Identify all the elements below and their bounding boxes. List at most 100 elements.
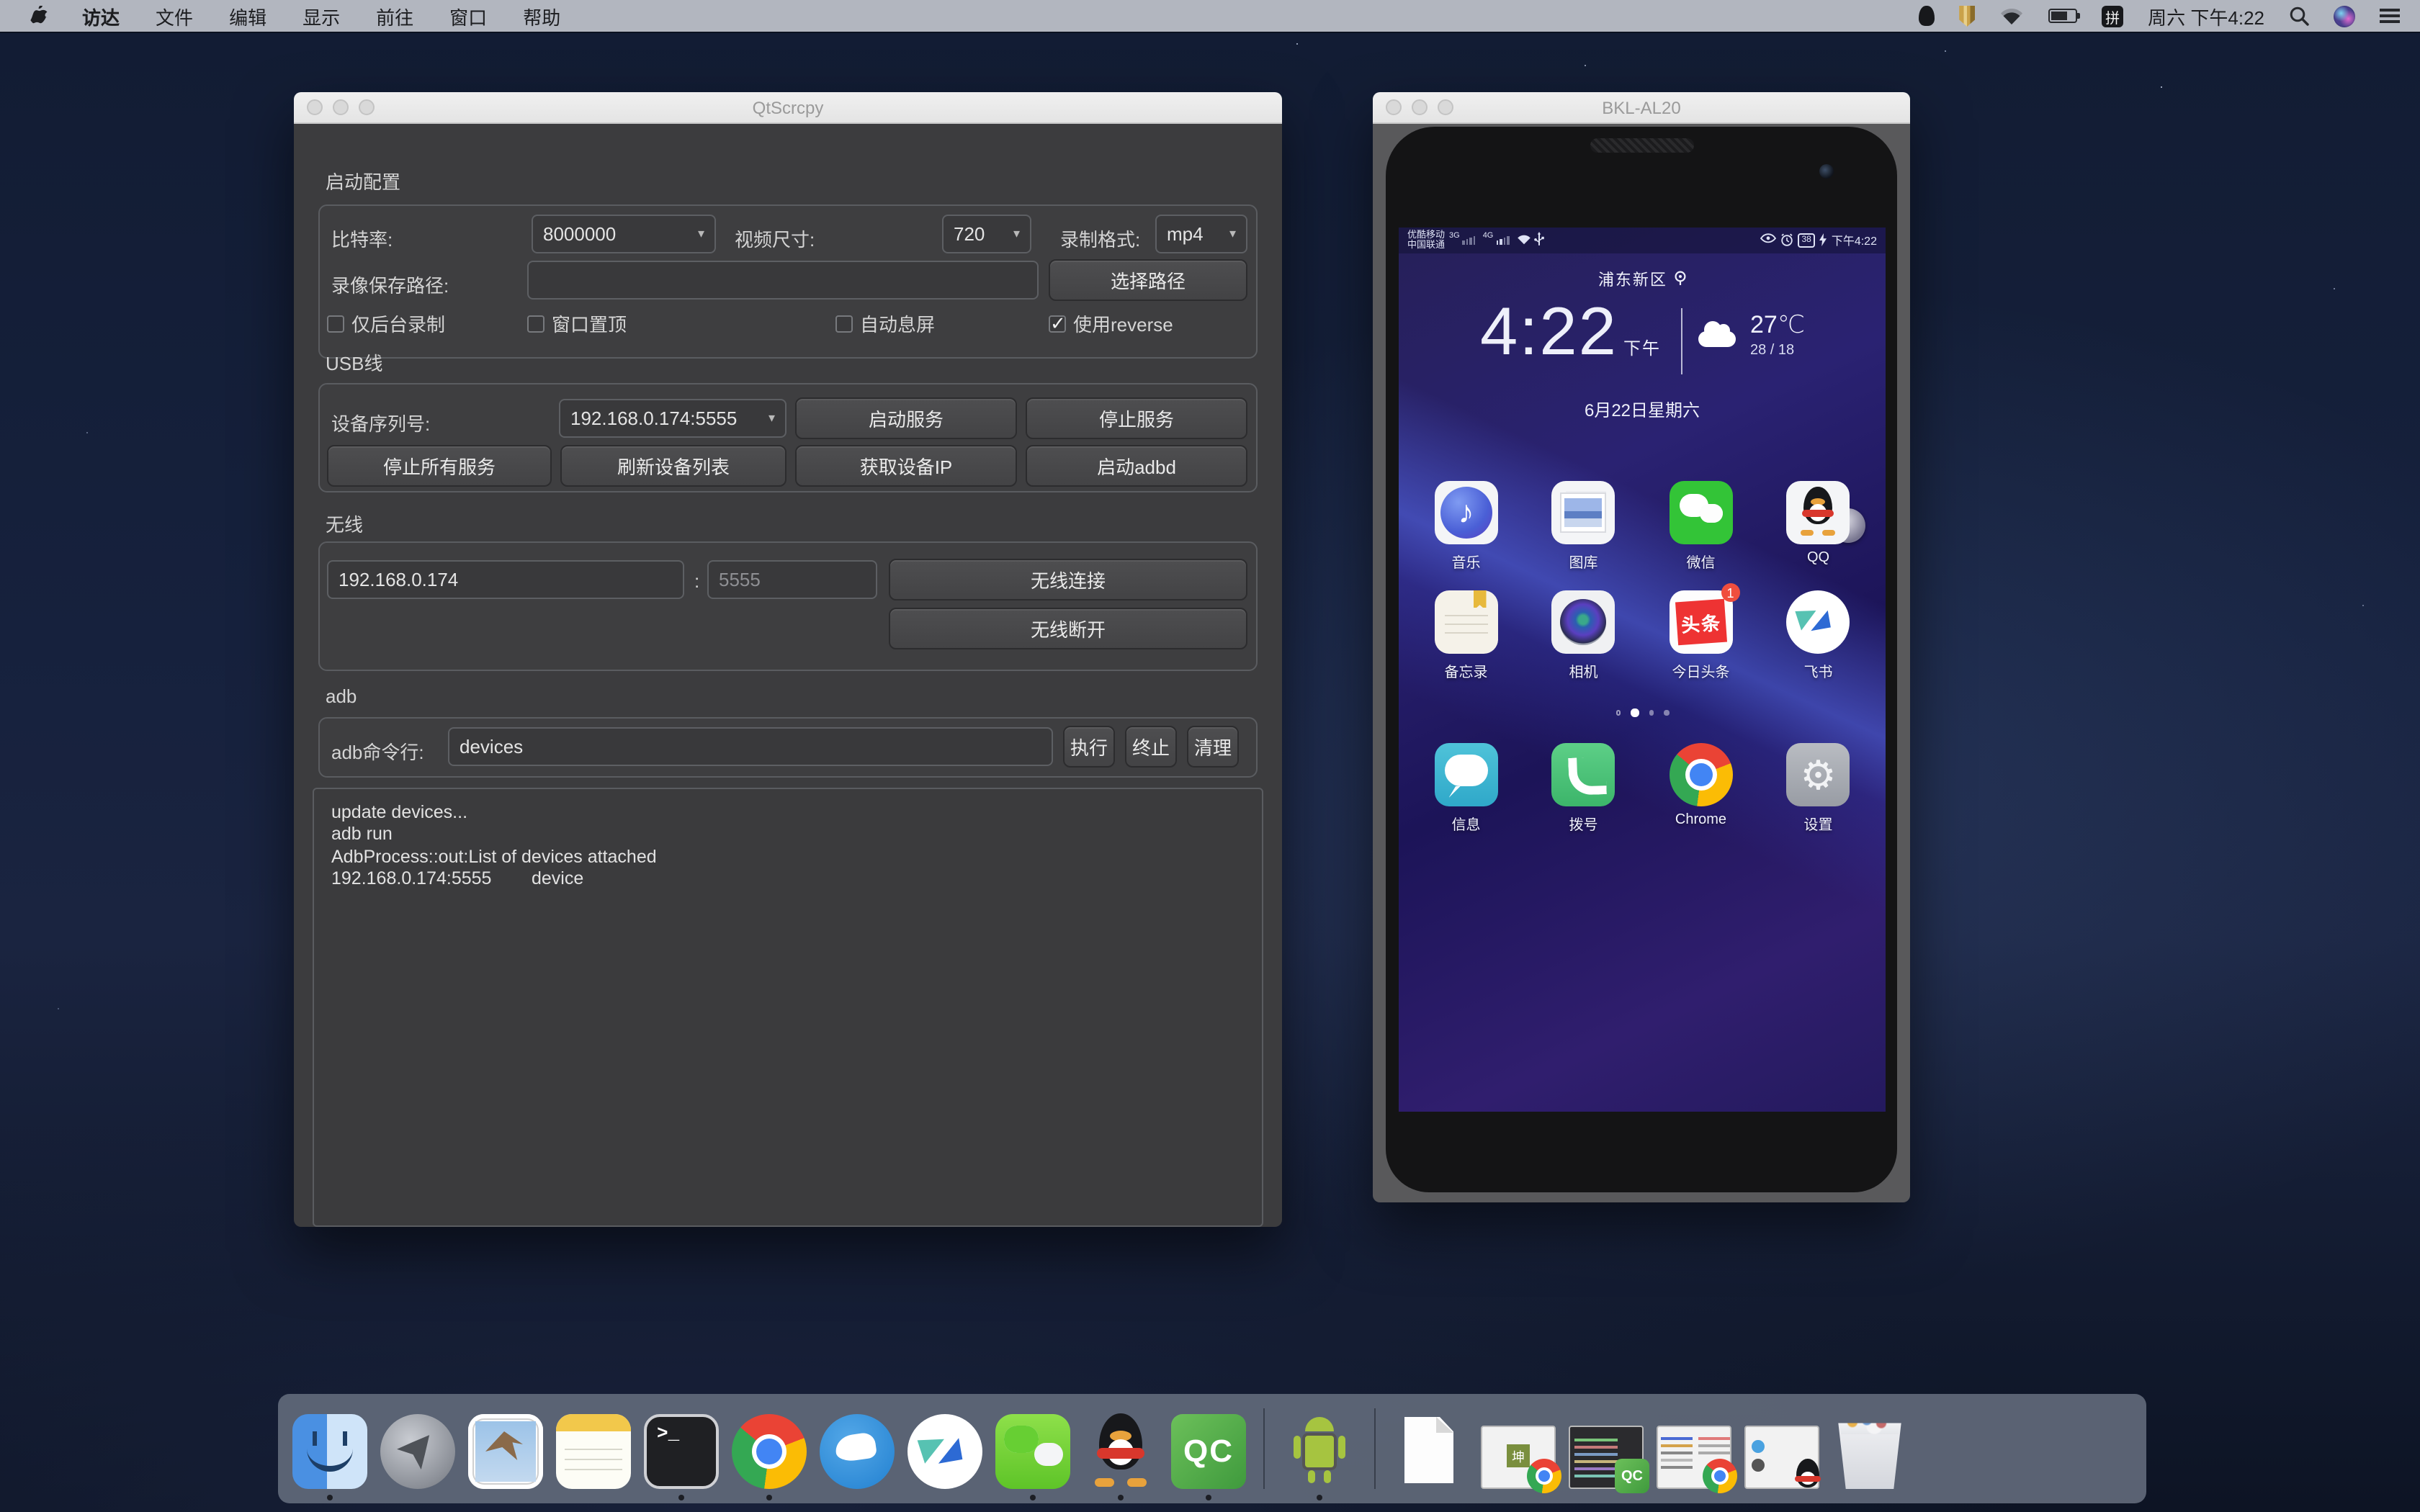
apple-menu-icon[interactable] xyxy=(30,5,49,27)
checkbox-icon[interactable] xyxy=(835,315,853,332)
running-indicator xyxy=(1317,1495,1322,1500)
menu-item-go[interactable]: 前往 xyxy=(376,2,413,30)
settings-gear-icon xyxy=(1787,743,1850,806)
wireless-disconnect-button[interactable]: 无线断开 xyxy=(889,608,1247,649)
serial-label: 设备序列号: xyxy=(331,409,430,436)
app-messages[interactable]: 信息 xyxy=(1415,743,1518,834)
shield-status-icon[interactable] xyxy=(1959,5,1975,27)
serial-combobox[interactable]: 192.168.0.174:5555▾ xyxy=(559,399,786,438)
location-label: 浦东新区 xyxy=(1598,272,1667,289)
chevron-down-icon: ▾ xyxy=(698,226,704,242)
menu-item-window[interactable]: 窗口 xyxy=(449,2,487,30)
menu-item-file[interactable]: 文件 xyxy=(156,2,193,30)
dock-chrome[interactable] xyxy=(732,1414,807,1489)
input-method-icon[interactable]: 拼 xyxy=(2102,5,2123,27)
colon-separator: : xyxy=(694,570,699,592)
app-chrome[interactable]: Chrome xyxy=(1649,743,1753,834)
start-adbd-button[interactable]: 启动adbd xyxy=(1026,445,1247,487)
home-page-dots xyxy=(1399,708,1886,716)
dock-trash[interactable] xyxy=(1832,1414,1907,1489)
finder-icon xyxy=(292,1414,367,1489)
dock-mail[interactable] xyxy=(468,1414,543,1489)
app-dialer[interactable]: 拨号 xyxy=(1532,743,1636,834)
choose-path-button[interactable]: 选择路径 xyxy=(1049,259,1247,301)
video-size-combobox[interactable]: 720▾ xyxy=(942,215,1031,253)
checkbox-icon[interactable] xyxy=(527,315,544,332)
dock-minimized-webpage-window[interactable] xyxy=(1657,1414,1731,1489)
siri-icon[interactable] xyxy=(2334,5,2355,27)
chrome-icon xyxy=(1670,743,1733,806)
clock-widget[interactable]: 4:22下午 xyxy=(1430,291,1661,370)
stop-service-button[interactable]: 停止服务 xyxy=(1026,397,1247,439)
menu-item-view[interactable]: 显示 xyxy=(302,2,340,30)
battery-percent-icon: 38 xyxy=(1797,233,1815,248)
app-qq[interactable]: QQ xyxy=(1767,481,1870,572)
app-wechat[interactable]: 微信 xyxy=(1649,481,1753,572)
menu-item-finder[interactable]: 访达 xyxy=(82,2,120,30)
battery-status-icon[interactable] xyxy=(2048,9,2077,23)
execute-button[interactable]: 执行 xyxy=(1063,726,1115,768)
wifi-status-icon[interactable] xyxy=(1999,4,2024,27)
dock-minimized-qq-window[interactable] xyxy=(1744,1414,1819,1489)
checkbox-screen-off[interactable]: 自动息屏 xyxy=(835,310,935,337)
terminate-button[interactable]: 终止 xyxy=(1125,726,1177,768)
stop-all-services-button[interactable]: 停止所有服务 xyxy=(327,445,552,487)
app-toutiao[interactable]: 1 今日头条 xyxy=(1649,590,1753,681)
dock-finder[interactable] xyxy=(292,1414,367,1489)
seal-icon xyxy=(820,1414,895,1489)
menu-clock[interactable]: 周六 下午4:22 xyxy=(2148,4,2264,27)
wechat-icon xyxy=(1670,481,1733,544)
phone-screen[interactable]: 优酷移动中国联通 3G 4G xyxy=(1399,228,1886,1112)
menu-item-edit[interactable]: 编辑 xyxy=(229,2,266,30)
wireless-connect-button[interactable]: 无线连接 xyxy=(889,559,1247,600)
messages-icon xyxy=(1435,743,1498,806)
dock-qtcreator[interactable] xyxy=(1171,1414,1246,1489)
record-path-input[interactable] xyxy=(527,261,1039,300)
chrome-icon xyxy=(732,1414,807,1489)
adb-command-input[interactable]: devices xyxy=(448,727,1053,766)
camera-icon xyxy=(1552,590,1615,654)
android-robot-icon xyxy=(1282,1414,1357,1489)
checkbox-always-on-top[interactable]: 窗口置顶 xyxy=(527,310,627,337)
location-row[interactable]: 浦东新区 xyxy=(1399,268,1886,291)
app-feishu[interactable]: 飞书 xyxy=(1767,590,1870,681)
get-device-ip-button[interactable]: 获取设备IP xyxy=(795,445,1017,487)
app-camera[interactable]: 相机 xyxy=(1532,590,1636,681)
menu-item-help[interactable]: 帮助 xyxy=(523,2,560,30)
running-indicator xyxy=(678,1495,684,1500)
qq-status-icon[interactable] xyxy=(1919,6,1935,26)
dock-minimized-chrome-window[interactable]: 坤 xyxy=(1481,1414,1556,1489)
qtscrcpy-titlebar[interactable]: QtScrcpy xyxy=(294,92,1282,124)
notification-center-icon[interactable] xyxy=(2380,4,2400,27)
phone-titlebar[interactable]: BKL-AL20 xyxy=(1373,92,1910,124)
record-format-combobox[interactable]: mp4▾ xyxy=(1155,215,1247,253)
dock-android-scrcpy[interactable] xyxy=(1282,1414,1357,1489)
dock-wechat[interactable] xyxy=(995,1414,1070,1489)
app-gallery[interactable]: 图库 xyxy=(1532,481,1636,572)
dock-terminal[interactable] xyxy=(644,1414,719,1489)
wireless-ip-input[interactable]: 192.168.0.174 xyxy=(327,560,684,599)
checkbox-background-record[interactable]: 仅后台录制 xyxy=(327,310,445,337)
clear-button[interactable]: 清理 xyxy=(1187,726,1239,768)
spotlight-search-icon[interactable] xyxy=(2289,4,2309,27)
dock-seal-app[interactable] xyxy=(820,1414,895,1489)
bitrate-combobox[interactable]: 8000000▾ xyxy=(532,215,716,253)
start-service-button[interactable]: 启动服务 xyxy=(795,397,1017,439)
app-settings[interactable]: 设置 xyxy=(1767,743,1870,834)
wireless-port-input[interactable]: 5555 xyxy=(707,560,877,599)
checkbox-icon[interactable] xyxy=(327,315,344,332)
dock-launchpad[interactable] xyxy=(380,1414,455,1489)
dock-notes[interactable] xyxy=(556,1414,631,1489)
log-output[interactable]: update devices... adb run AdbProcess::ou… xyxy=(313,788,1263,1227)
usb-section-label: USB线 xyxy=(326,348,382,376)
dock-documents-stack[interactable] xyxy=(1393,1414,1468,1489)
dock-qq[interactable] xyxy=(1083,1414,1158,1489)
dock-minimized-code-window[interactable] xyxy=(1569,1414,1644,1489)
dock-feishu[interactable] xyxy=(908,1414,982,1489)
checkbox-checked-icon[interactable] xyxy=(1049,315,1066,332)
checkbox-use-reverse[interactable]: 使用reverse xyxy=(1049,310,1173,337)
app-music[interactable]: 音乐 xyxy=(1415,481,1518,572)
refresh-device-list-button[interactable]: 刷新设备列表 xyxy=(560,445,786,487)
app-notes[interactable]: 备忘录 xyxy=(1415,590,1518,681)
dock-separator xyxy=(1263,1408,1265,1489)
